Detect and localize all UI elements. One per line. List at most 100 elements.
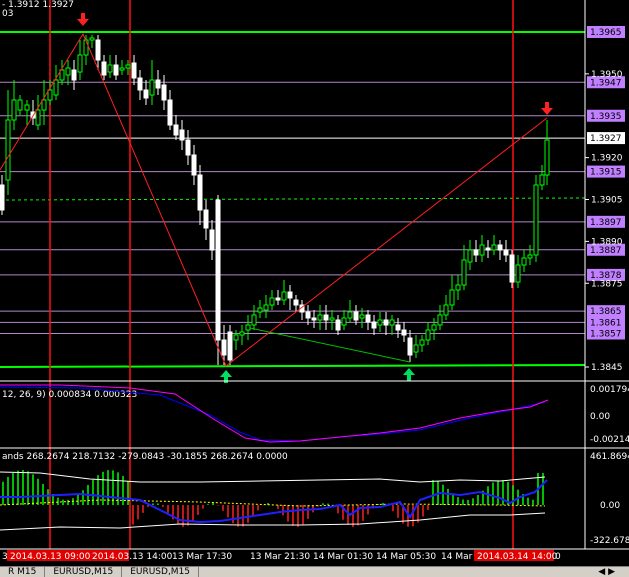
candle-body <box>323 314 329 321</box>
candle-body <box>527 254 533 259</box>
candle-body <box>359 314 365 319</box>
candle-body <box>197 174 203 211</box>
candle-body <box>17 99 23 111</box>
candle-body <box>401 329 407 336</box>
candle-body <box>101 61 107 76</box>
candle-body <box>245 324 251 331</box>
candle-body <box>209 229 215 251</box>
chart-canvas[interactable]: ‐ 1.3912 1.3927 03 1.39651.39471.39351.3… <box>0 0 629 576</box>
candle-body <box>491 244 497 251</box>
horizontal-levels <box>0 31 586 368</box>
candle-body <box>5 119 11 181</box>
candle-body <box>77 54 83 73</box>
candle-body <box>41 99 47 111</box>
candle-body <box>179 129 185 141</box>
candle-body <box>233 334 239 341</box>
candle-body <box>125 64 131 69</box>
candle-body <box>395 324 401 331</box>
candle-body <box>149 79 155 96</box>
zigzag-lines <box>0 32 548 367</box>
candle-body <box>437 314 443 326</box>
candle-body <box>65 67 71 76</box>
upper-band <box>0 471 546 483</box>
candle-body <box>461 259 467 286</box>
candle-body <box>467 249 473 263</box>
candle-body <box>0 184 5 211</box>
candle-body <box>419 339 425 346</box>
candle-body <box>281 291 287 301</box>
price-scale: 1.39651.39471.39351.39271.39151.38971.38… <box>585 26 625 373</box>
candle-body <box>425 329 431 341</box>
candle-body <box>113 64 119 76</box>
price-scale-label: 1.3920 <box>591 154 623 164</box>
price-scale-label: 1.3845 <box>591 363 623 373</box>
time-label-4: 14 Mar 05:30 <box>376 552 436 562</box>
bands-scale-top: 461.8694 <box>590 452 629 462</box>
macd-scale-bottom: -0.00214 <box>590 435 629 445</box>
support-line <box>0 364 586 368</box>
price-tag-label: 1.3965 <box>590 28 622 38</box>
macd-scale-top: 0.001794 <box>590 385 629 395</box>
candle-body <box>413 344 419 353</box>
candle-body <box>407 337 413 356</box>
candle-body <box>449 289 455 306</box>
price-scale-label: 1.3905 <box>591 196 623 206</box>
candle-body <box>431 324 437 331</box>
candle-body <box>143 89 149 99</box>
candle-body <box>311 317 317 321</box>
candle-body <box>161 84 167 101</box>
time-tag-1: 2014.03.13 09:00 <box>10 552 91 562</box>
time-tag-suffix: 0 <box>555 552 561 562</box>
candle-body <box>191 154 197 176</box>
macd-panel[interactable]: 12, 26, 9) 0.000834 0.000323 0.001794 0.… <box>0 384 629 445</box>
candle-body <box>317 314 323 321</box>
price-tag-label: 1.3935 <box>590 112 622 122</box>
candle-body <box>539 174 545 186</box>
candle-body <box>347 311 353 319</box>
candle-body <box>335 319 341 331</box>
price-tag-label: 1.3915 <box>590 168 622 178</box>
candle-body <box>521 257 527 266</box>
candle-body <box>173 124 179 136</box>
candle-body <box>251 314 257 326</box>
price-scale-label: 1.3950 <box>591 70 623 80</box>
candle-body <box>215 199 221 341</box>
price-tag-label: 1.3857 <box>590 330 622 340</box>
macd-scale-mid: 0.00 <box>590 412 610 422</box>
candle-body <box>221 339 227 356</box>
candles <box>0 35 550 365</box>
candle-body <box>533 184 539 256</box>
candle-body <box>155 79 161 89</box>
price-tag-label: 1.3897 <box>590 218 622 228</box>
candle-body <box>83 39 89 56</box>
candle-body <box>11 99 17 121</box>
price-tag-label: 1.3861 <box>590 318 622 328</box>
time-left-edge: 3 <box>2 552 8 562</box>
time-label-5: 14 Mar <box>441 552 473 562</box>
candle-body <box>71 69 77 81</box>
candle-body <box>119 67 125 71</box>
candle-body <box>473 249 479 256</box>
bands-scale-bottom: -322.678 <box>590 536 629 546</box>
candle-body <box>509 254 515 283</box>
candle-body <box>443 304 449 316</box>
candle-body <box>329 317 335 321</box>
candle-body <box>455 284 461 291</box>
bands-oscillator-panel[interactable]: ands 268.2674 218.7132 -279.0843 -30.185… <box>0 452 629 546</box>
candle-body <box>515 264 521 283</box>
chart-tab-bar: R M15 EURUSD,M15 EURUSD,M15 ◀ ▶ <box>0 566 629 577</box>
candle-body <box>53 79 59 96</box>
candle-body <box>185 139 191 156</box>
header-line2: 03 <box>2 9 13 19</box>
trend-dashed-line <box>0 197 586 201</box>
up-arrow-icon <box>403 368 415 381</box>
candle-body <box>239 331 245 336</box>
time-tag-3: 2014.03.14 14:00 <box>477 552 558 562</box>
candle-body <box>305 311 311 319</box>
main-price-panel[interactable]: ‐ 1.3912 1.3927 03 <box>0 0 586 549</box>
candle-body <box>287 291 293 299</box>
time-label-1: 13 Mar 17:30 <box>172 552 232 562</box>
time-tag-2: 2014.03.13 14:00 <box>92 552 173 562</box>
candle-body <box>293 299 299 306</box>
candle-body <box>479 244 485 256</box>
